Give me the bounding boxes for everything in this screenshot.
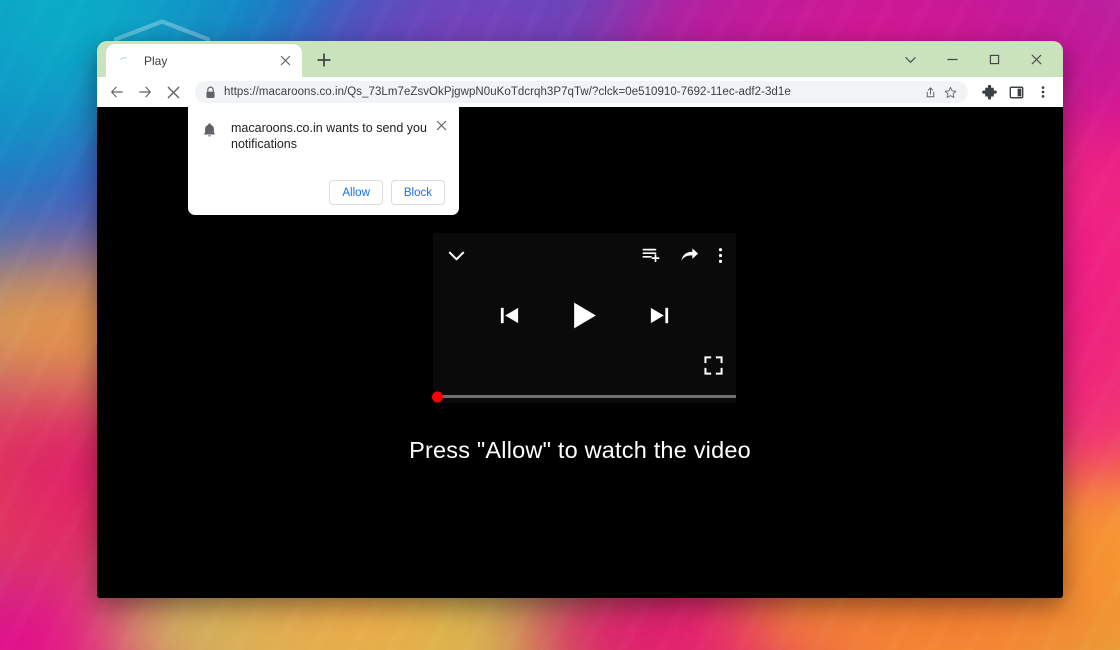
allow-button[interactable]: Allow [329,180,383,205]
browser-toolbar: https://macaroons.co.in/Qs_73Lm7eZsvOkPj… [97,77,1063,107]
notification-permission-dialog: macaroons.co.in wants to send you notifi… [188,107,459,215]
side-panel-icon [1009,86,1023,98]
skip-previous-icon [500,307,519,323]
stop-loading-button[interactable] [159,78,187,106]
video-player [432,233,736,403]
skip-next-icon [650,307,669,323]
back-arrow-icon [111,86,123,98]
three-dot-menu-icon [1041,86,1045,98]
back-button[interactable] [103,78,131,106]
player-scrubber-handle[interactable] [432,391,443,402]
player-fullscreen-button[interactable] [704,356,723,380]
chevron-down-icon [904,56,916,63]
toolbar-actions [974,80,1055,104]
plus-icon [317,53,331,67]
page-tagline: Press "Allow" to watch the video [409,437,751,463]
forward-arrow-icon [139,86,151,98]
chrome-menu-button[interactable] [1031,80,1055,104]
address-bar[interactable]: https://macaroons.co.in/Qs_73Lm7eZsvOkPj… [195,81,968,103]
tab-close-icon[interactable] [276,52,294,70]
extensions-button[interactable] [977,80,1001,104]
player-play-button[interactable] [569,300,600,331]
window-controls [889,41,1057,77]
play-icon [574,302,596,328]
close-window-button[interactable] [1015,41,1057,77]
browser-tab[interactable]: Play [106,44,302,77]
maximize-icon [989,54,999,64]
player-collapse-button[interactable] [446,245,467,266]
player-top-bar [433,233,736,277]
player-previous-button[interactable] [498,304,521,327]
lock-icon [206,86,215,98]
maximize-button[interactable] [973,41,1015,77]
player-transport-controls [433,291,736,339]
url-text: https://macaroons.co.in/Qs_73Lm7eZsvOkPj… [224,86,791,98]
forward-button[interactable] [131,78,159,106]
player-progress-bar[interactable] [432,391,736,402]
fullscreen-icon [704,356,723,375]
bell-icon [203,123,216,137]
permission-message: macaroons.co.in wants to send you notifi… [231,121,427,151]
player-more-options-button[interactable] [718,246,723,265]
browser-window: Play https://macaroons.co.in/Qs_73Lm7eZs… [97,41,1063,598]
close-icon [1031,54,1041,64]
three-dot-menu-icon [718,247,723,263]
player-next-button[interactable] [648,304,671,327]
page-content: macaroons.co.in wants to send you notifi… [97,107,1063,598]
stop-loading-icon [167,86,179,98]
puzzle-icon [981,84,997,99]
tab-search-button[interactable] [889,41,931,77]
share-arrow-icon [681,247,699,261]
bookmark-star-icon[interactable] [940,82,960,102]
player-share-button[interactable] [680,246,699,265]
player-add-to-queue-button[interactable] [642,246,660,264]
permission-actions: Allow Block [329,180,445,205]
loading-favicon [120,56,127,60]
tab-title: Play [144,53,168,68]
block-button[interactable]: Block [390,180,445,205]
add-to-queue-icon [642,248,660,263]
new-tab-button[interactable] [310,46,338,74]
close-icon [436,120,446,130]
side-panel-button[interactable] [1004,80,1028,104]
tab-strip: Play [97,41,1063,77]
chevron-down-icon [448,251,465,260]
minimize-icon [946,58,958,60]
permission-close-button[interactable] [433,117,449,133]
minimize-button[interactable] [931,41,973,77]
share-icon[interactable] [920,82,940,102]
